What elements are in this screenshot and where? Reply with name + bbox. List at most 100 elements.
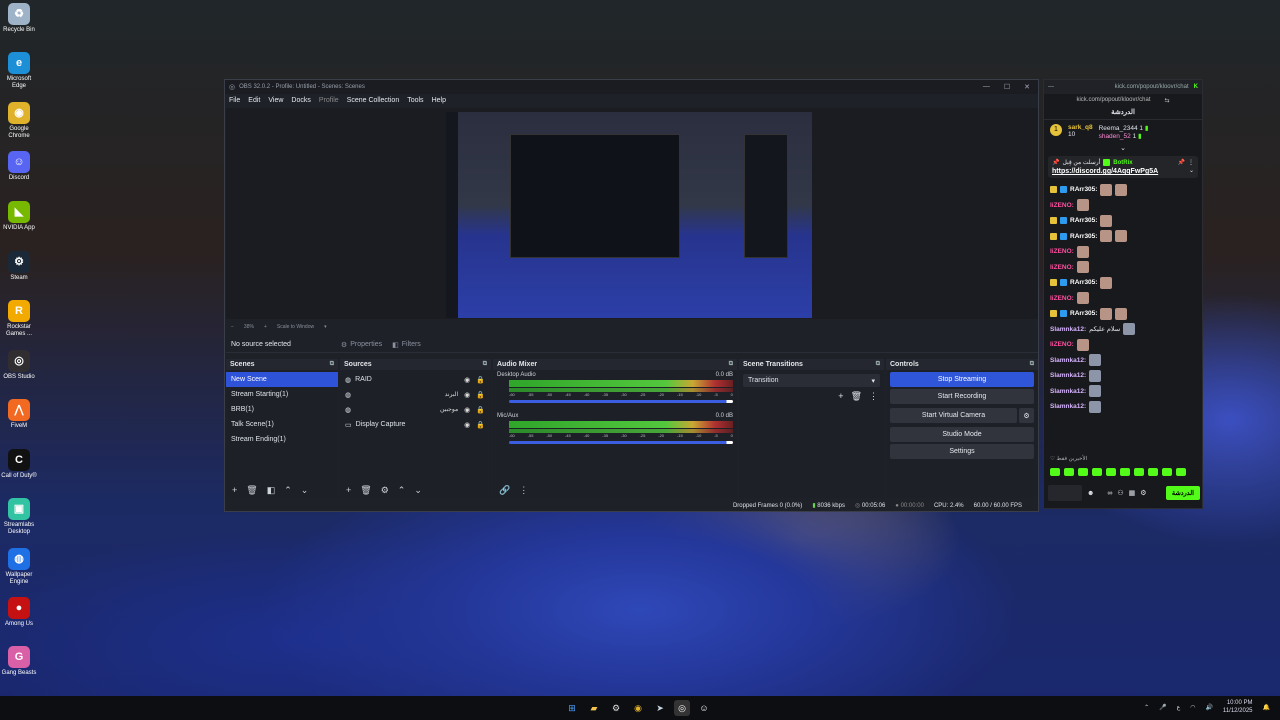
chat-message[interactable]: RArr305:	[1044, 213, 1202, 229]
volume-slider[interactable]	[509, 441, 733, 444]
gear-icon[interactable]: ⚙	[381, 485, 389, 496]
menu-tools[interactable]: Tools	[407, 97, 423, 104]
scene-item[interactable]: Stream Ending(1)	[226, 432, 338, 447]
chat-message[interactable]: Slamnka12:	[1044, 399, 1202, 415]
emote-icon[interactable]	[1148, 468, 1158, 476]
emote-icon[interactable]	[1134, 468, 1144, 476]
desktop-icon[interactable]: ◍ Wallpaper Engine	[1, 548, 37, 586]
expand-icon[interactable]: ⌄	[1044, 144, 1202, 152]
chevron-up-icon[interactable]: ⌃	[1144, 704, 1149, 711]
desktop-icon[interactable]: ◣ NVIDIA App	[1, 201, 37, 232]
chat-username[interactable]: RArr305:	[1070, 217, 1097, 224]
down-icon[interactable]: ⌄	[414, 485, 422, 496]
chat-message[interactable]: IiZENO:	[1044, 244, 1202, 260]
desktop-icon[interactable]: G Gang Beasts	[1, 646, 37, 677]
zoom-out-button[interactable]: −	[231, 324, 234, 330]
popout-icon[interactable]: ⧉	[483, 361, 487, 368]
chat-message[interactable]: IiZENO:	[1044, 198, 1202, 214]
menu-scene-collection[interactable]: Scene Collection	[347, 97, 400, 104]
steam-icon[interactable]: ➤	[652, 700, 668, 716]
language-indicator[interactable]: ع	[1177, 704, 1181, 711]
chat-message[interactable]: RArr305:	[1044, 182, 1202, 198]
chat-username[interactable]: IiZENO:	[1050, 295, 1074, 302]
up-icon[interactable]: ⌃	[398, 485, 406, 496]
eye-icon[interactable]: ◉	[464, 391, 470, 399]
desktop-icon[interactable]: R Rockstar Games ...	[1, 300, 37, 338]
chat-message[interactable]: Slamnka12:	[1044, 368, 1202, 384]
discord-icon[interactable]: ☺	[696, 700, 712, 716]
chat-username[interactable]: RArr305:	[1070, 233, 1097, 240]
chat-username[interactable]: IiZENO:	[1050, 341, 1074, 348]
chat-username[interactable]: Slamnka12:	[1050, 388, 1086, 395]
volume-slider[interactable]	[509, 400, 733, 403]
lock-icon[interactable]: 🔒	[476, 406, 485, 414]
chat-username[interactable]: Slamnka12:	[1050, 326, 1086, 333]
calendar-icon[interactable]: ▦	[1129, 489, 1136, 497]
desktop-icon[interactable]: e Microsoft Edge	[1, 52, 37, 90]
scene-item[interactable]: Talk Scene(1)	[226, 417, 338, 432]
filter-icon[interactable]: ◧	[267, 485, 276, 496]
source-item[interactable]: ◍ RAID ◉ 🔒	[340, 372, 491, 387]
more-icon[interactable]: ⋮	[1188, 159, 1194, 166]
chat-username[interactable]: Slamnka12:	[1050, 372, 1086, 379]
chat-username[interactable]: RArr305:	[1070, 186, 1097, 193]
gear-icon[interactable]: ⚙	[1140, 489, 1146, 497]
chat-message[interactable]: Slamnka12: سلام عليكم	[1044, 322, 1202, 338]
pinned-user[interactable]: BotRix	[1113, 160, 1132, 166]
desktop-icon[interactable]: ▣ Streamlabs Desktop	[1, 498, 37, 536]
zoom-in-button[interactable]: +	[264, 324, 267, 330]
chat-message[interactable]: IiZENO:	[1044, 260, 1202, 276]
up-icon[interactable]: ⌃	[284, 485, 292, 496]
chat-username[interactable]: RArr305:	[1070, 310, 1097, 317]
desktop-icon[interactable]: ⚙ Steam	[1, 251, 37, 282]
emote-icon[interactable]	[1120, 468, 1130, 476]
maximize-button[interactable]: ☐	[1004, 83, 1010, 91]
emote-icon[interactable]	[1078, 468, 1088, 476]
chat-message[interactable]: Slamnka12:	[1044, 353, 1202, 369]
add-icon[interactable]: +	[346, 485, 351, 495]
start-recording-button[interactable]: Start Recording	[890, 389, 1034, 404]
clock[interactable]: 10:00 PM 11/12/2025	[1223, 699, 1253, 715]
file-explorer-icon[interactable]: ▰	[586, 700, 602, 716]
chat-message[interactable]: Slamnka12:	[1044, 384, 1202, 400]
scene-item[interactable]: BRB(1)	[226, 402, 338, 417]
chrome-icon[interactable]: ◉	[630, 700, 646, 716]
eye-icon[interactable]: ◉	[464, 421, 470, 429]
desktop-icon[interactable]: ◎ OBS Studio	[1, 350, 37, 381]
people-icon[interactable]: ⚇	[1117, 489, 1123, 497]
infinity-icon[interactable]: ∞	[1107, 490, 1112, 497]
source-item[interactable]: ◍ البرند ◉ 🔒	[340, 387, 491, 402]
chat-input[interactable]	[1048, 485, 1082, 501]
close-button[interactable]: ✕	[1024, 83, 1030, 91]
emote-icon[interactable]	[1106, 468, 1116, 476]
emote-icon[interactable]	[1176, 468, 1186, 476]
notification-icon[interactable]: 🔔	[1263, 704, 1270, 711]
obs-icon[interactable]: ◎	[674, 700, 690, 716]
link-icon[interactable]: 🔗	[499, 485, 510, 496]
desktop-icon[interactable]: C Call of Duty®	[1, 449, 37, 480]
desktop-icon[interactable]: ● Among Us	[1, 597, 37, 628]
scale-mode[interactable]: Scale to Window	[277, 324, 314, 330]
trash-icon[interactable]: 🗑	[360, 485, 371, 496]
chat-message[interactable]: RArr305:	[1044, 229, 1202, 245]
volume-icon[interactable]: 🔊	[1205, 704, 1212, 711]
mic-icon[interactable]: 🎤	[1159, 704, 1166, 711]
popout-icon[interactable]: ⧉	[729, 361, 733, 368]
menu-edit[interactable]: Edit	[248, 97, 260, 104]
chevron-down-icon[interactable]: ⌄	[1189, 167, 1194, 174]
leader-name[interactable]: shaden_52	[1099, 133, 1131, 140]
desktop-icon[interactable]: ☺ Discord	[1, 151, 37, 182]
unpin-icon[interactable]: 📌	[1178, 159, 1185, 166]
quick-emotes[interactable]	[1050, 468, 1186, 476]
translate-icon[interactable]: ⇆	[1165, 97, 1170, 104]
menu-profile[interactable]: Profile	[319, 97, 339, 104]
settings-button[interactable]: Settings	[890, 444, 1034, 459]
trash-icon[interactable]: 🗑	[851, 391, 862, 402]
filters-button[interactable]: ◧ Filters	[392, 341, 421, 349]
transition-select[interactable]: Transition ▾	[743, 374, 880, 387]
chat-username[interactable]: IiZENO:	[1050, 248, 1074, 255]
chat-message[interactable]: IiZENO:	[1044, 337, 1202, 353]
eye-icon[interactable]: ◉	[464, 406, 470, 414]
properties-button[interactable]: ⚙ Properties	[341, 341, 382, 349]
minimize-button[interactable]: —	[983, 83, 990, 91]
